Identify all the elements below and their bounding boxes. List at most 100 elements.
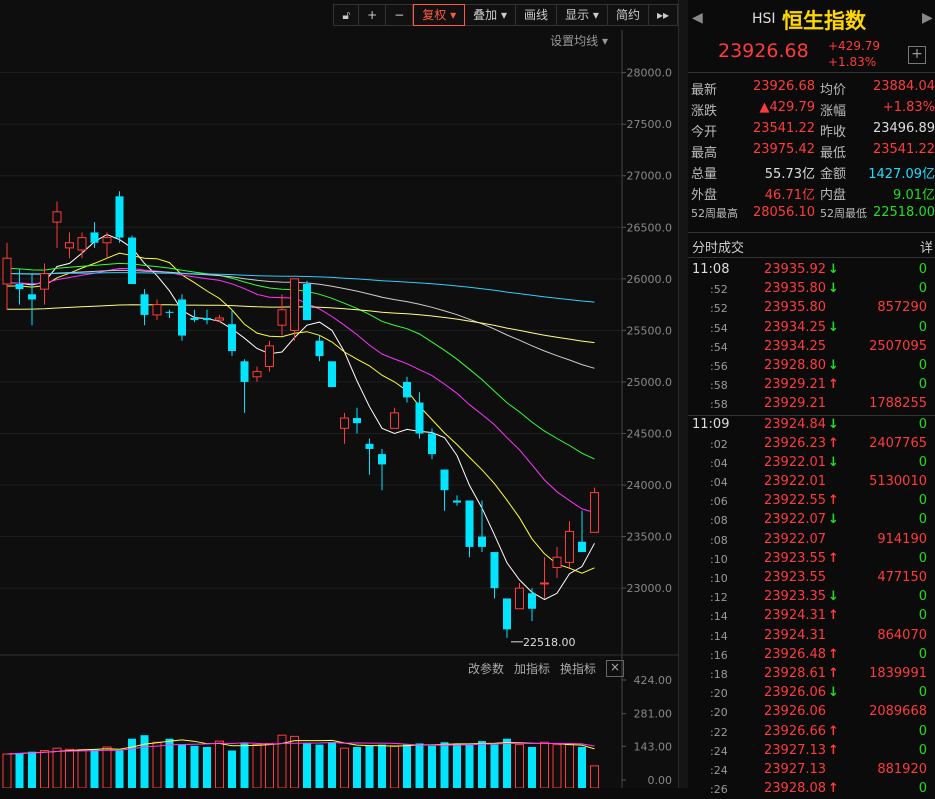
- quote-value: 28056.10: [752, 205, 815, 220]
- candle-body-up: [52, 211, 62, 223]
- candle-body-up: [215, 317, 224, 321]
- trade-time: :10: [710, 572, 728, 585]
- price-row: 23926.68 +429.79 +1.83% +: [688, 38, 935, 73]
- volume-bar-up: [252, 744, 262, 788]
- trade-volume: 0: [918, 493, 927, 509]
- volume-bar-up: [265, 742, 274, 788]
- candle-body-down: [190, 318, 199, 321]
- trade-time: :58: [710, 398, 728, 412]
- trade-volume: 0: [918, 416, 927, 432]
- quote-label: 52周最高: [691, 207, 738, 220]
- add-watchlist-button[interactable]: +: [908, 46, 926, 64]
- arrow-up-icon: ↑: [828, 608, 839, 624]
- trade-volume: 0: [918, 723, 927, 739]
- trade-price: 23926.06: [764, 704, 827, 720]
- switch-indicator-button[interactable]: 换指标: [560, 660, 596, 677]
- quote-label: 金额: [820, 167, 847, 182]
- arrow-down-icon: ↓: [828, 357, 839, 373]
- quote-value: 23975.42: [752, 142, 815, 157]
- trade-volume: 5130010: [869, 474, 927, 490]
- quote-value: 55.73亿: [764, 167, 815, 182]
- quote-label: 总量: [691, 167, 718, 182]
- trades-detail-button[interactable]: 详: [920, 237, 933, 256]
- trade-price: 23935.80: [764, 281, 827, 297]
- volume-bar-down: [478, 741, 486, 788]
- change-block: +429.79 +1.83%: [828, 38, 880, 70]
- volume-bar-up: [102, 746, 112, 788]
- trade-time: :16: [710, 648, 728, 662]
- indicator-toolbar: 改参数 加指标 换指标 ×: [468, 660, 625, 677]
- trade-price: 23924.31: [764, 608, 827, 624]
- volume-bar-down: [90, 749, 99, 788]
- quote-value: +1.83%: [882, 100, 935, 115]
- candle-body-down: [303, 283, 311, 321]
- trade-row: :52 23935.80 ↓ 0: [688, 280, 935, 299]
- volume-bar-down: [228, 750, 236, 788]
- trade-volume: 477150: [877, 570, 927, 585]
- trade-price: 23923.55: [764, 550, 827, 566]
- volume-bar-down: [203, 746, 211, 788]
- quote-value: 23884.04: [872, 79, 935, 94]
- ma120-line: [6, 304, 595, 344]
- trade-row: :58 23929.21 1788255: [688, 395, 935, 414]
- trade-price: 23926.23: [764, 435, 827, 451]
- close-icon[interactable]: ×: [606, 660, 625, 677]
- price-tick-label: 23000.0: [627, 582, 673, 595]
- quote-row: 最新 23926.68 均价 23884.04: [688, 77, 935, 98]
- volume-bar-up: [215, 740, 224, 788]
- candle-body-down: [428, 433, 436, 455]
- price-tick-label: 26000.0: [627, 273, 673, 286]
- arrow-up-icon: ↑: [828, 435, 839, 451]
- candle-body-up: [540, 582, 549, 585]
- next-arrow-icon[interactable]: ▶: [922, 10, 933, 26]
- trade-volume: 0: [918, 281, 927, 297]
- trade-price: 23922.01: [764, 454, 827, 470]
- chart-panel[interactable]: 🔓︎ + − 复权 ▾ 叠加 ▾ 画线 显示 ▾ 简约 ▸▸ 设置均线 ▾ 28…: [0, 0, 678, 788]
- volume-bar-up: [2, 753, 12, 788]
- candle-body-down: [228, 324, 236, 351]
- volume-bar-up: [565, 744, 574, 788]
- change-params-button[interactable]: 改参数: [468, 660, 504, 677]
- trades-title[interactable]: 分时成交: [692, 237, 744, 256]
- arrow-up-icon: ↑: [828, 377, 839, 393]
- trade-row: :08 23922.07 ↓ 0: [688, 511, 935, 530]
- trade-row: :10 23923.55 477150: [688, 569, 935, 588]
- trade-row: :54 23934.25 ↓ 0: [688, 319, 935, 338]
- trade-row: :04 23922.01 5130010: [688, 473, 935, 492]
- quote-label: 内盘: [820, 188, 847, 203]
- trade-row: :24 23927.13 ↑ 0: [688, 742, 935, 761]
- candle-body-up: [515, 587, 524, 610]
- quote-label: 最新: [691, 83, 718, 98]
- volume-bar-down: [415, 743, 424, 788]
- quote-label: 均价: [820, 83, 847, 98]
- trade-price: 23926.48: [764, 646, 827, 662]
- trade-time: :20: [710, 706, 728, 720]
- trade-volume: 0: [918, 512, 927, 528]
- arrow-down-icon: ↓: [828, 512, 839, 528]
- candle-body-up: [290, 278, 299, 331]
- trade-time: :52: [710, 302, 728, 316]
- trade-row: :14 23924.31 ↑ 0: [688, 607, 935, 626]
- trade-volume: 0: [918, 550, 927, 566]
- price-tick-label: 25000.0: [627, 376, 673, 389]
- volume-bar-down: [328, 742, 336, 788]
- candle-body-down: [28, 294, 36, 300]
- candle-body-down: [90, 232, 99, 243]
- volume-bar-down: [15, 752, 24, 788]
- candle-body-down: [240, 361, 249, 382]
- volume-bar-up: [40, 750, 49, 788]
- trade-time: :20: [710, 687, 728, 701]
- trade-time: :56: [710, 359, 728, 373]
- trade-time: :02: [710, 437, 728, 451]
- candle-body-down: [378, 454, 386, 465]
- trade-row: :20 23926.06 ↓ 0: [688, 684, 935, 703]
- candle-body-down: [528, 593, 536, 609]
- prev-arrow-icon[interactable]: ◀: [692, 10, 703, 26]
- candle-body-down: [365, 443, 374, 449]
- quote-label: 涨幅: [820, 104, 847, 119]
- trade-volume: 0: [918, 742, 927, 758]
- ma5-line: [7, 233, 595, 601]
- add-indicator-button[interactable]: 加指标: [514, 660, 550, 677]
- quote-value: ▲429.79: [759, 100, 816, 115]
- trade-price: 23924.84: [764, 416, 827, 432]
